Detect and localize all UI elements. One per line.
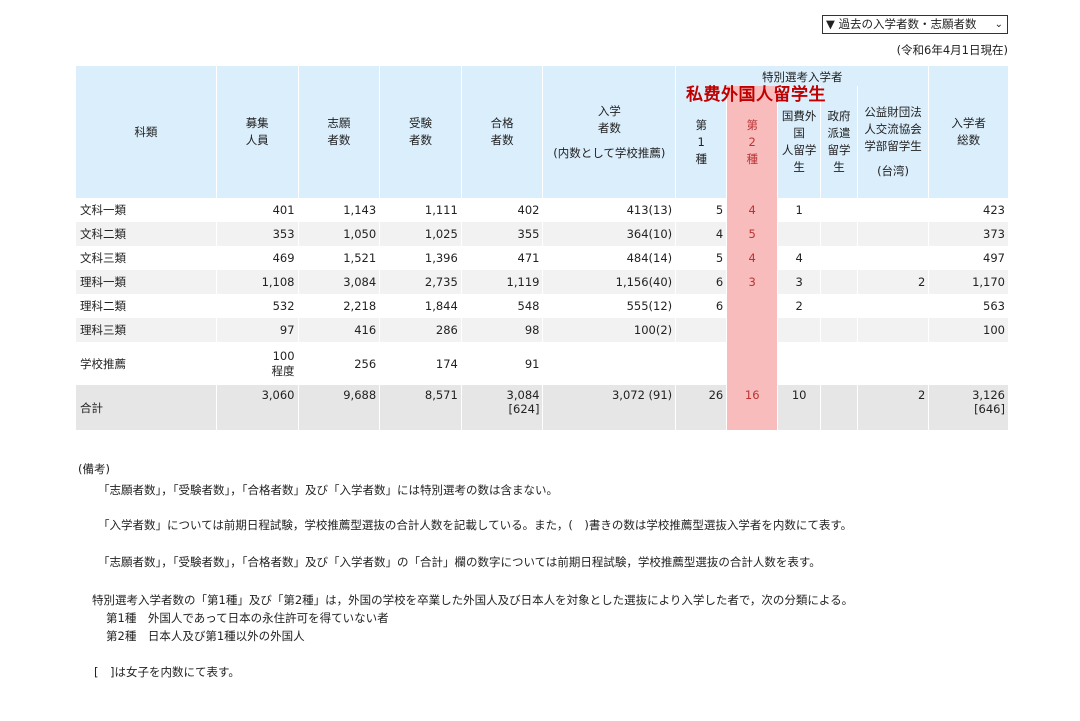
table-row: 理科二類 532 2,218 1,844 548 555(12) 6 2 563	[75, 294, 1009, 318]
admissions-table: 科類 募集 人員 志願 者数 受験 者数 合格 者数 入学 者数 (内数として学校推薦) 特…	[75, 66, 1009, 430]
header-examinees: 受験 者数	[379, 66, 462, 198]
header-total-enrolled: 入学者 総数	[928, 66, 1009, 198]
table-row: 文科三類 469 1,521 1,396 471 484(14) 5 4 4 497	[75, 246, 1009, 270]
chevron-down-icon: ⌄	[994, 19, 1003, 30]
note-1: 「志願者数」，「受験者数」，「合格者数」及び「入学者数」には特別選考の数は含まな…	[98, 483, 558, 497]
table-row-school-recommendation: 学校推薦 100 程度 256 174 91	[75, 342, 1009, 385]
notes-heading: (備考)	[78, 462, 110, 476]
header-govt-intl: 国費外国人留学生	[777, 86, 822, 198]
header-quota: 募集 人員	[215, 66, 299, 198]
table-row-total: 合計 3,060 9,688 8,571 3,084 [624] 3,072 (91) 2…	[75, 385, 1009, 430]
header-foundation: 公益財団法 人交流協会 学部留学生 (台湾)	[856, 86, 930, 198]
table-row: 文科二類 353 1,050 1,025 355 364(10) 4 5 373	[75, 222, 1009, 246]
header-special: 特別選考入学者	[675, 66, 930, 86]
note-4: 特別選考入学者数の「第1種」及び「第2種」は，外国の学校を卒業した外国人及び日本…	[92, 593, 854, 607]
note-6: 第2種 日本人及び第1種以外の外国人	[106, 629, 305, 643]
table-row: 文科一類 401 1,143 1,111 402 413(13) 5 4 1 423	[75, 198, 1009, 222]
note-7: [ ]は女子を内数にて表す。	[94, 665, 240, 679]
header-type2: 第2種	[726, 86, 779, 198]
header-type1: 第1種	[675, 86, 728, 198]
header-applicants: 志願 者数	[297, 66, 381, 198]
header-passed: 合格 者数	[460, 66, 544, 198]
note-5: 第1種 外国人であって日本の永住許可を得ていない者	[106, 611, 389, 625]
table-row: 理科一類 1,108 3,084 2,735 1,119 1,156(40) 6 3 3 2 1,1…	[75, 270, 1009, 294]
note-2: 「入学者数」については前期日程試験，学校推薦型選抜の合計人数を記載している。また…	[98, 518, 853, 532]
header-enrolled: 入学 者数 (内数として学校推薦)	[542, 66, 677, 198]
table-row: 理科三類 97 416 286 98 100(2) 100	[75, 318, 1009, 342]
dropdown-selected-value: ▼ 過去の入学者数・志願者数	[826, 17, 977, 31]
header-govt-dispatch: 政府 派遣 留学生	[820, 86, 858, 198]
history-dropdown[interactable]: ▼ 過去の入学者数・志願者数 ⌄	[822, 15, 1008, 34]
as-of-date: (令和6年4月1日現在)	[896, 43, 1008, 57]
note-3: 「志願者数」，「受験者数」，「合格者数」及び「入学者数」の「合計」欄の数字につい…	[98, 555, 821, 569]
header-subject: 科類	[75, 66, 217, 198]
